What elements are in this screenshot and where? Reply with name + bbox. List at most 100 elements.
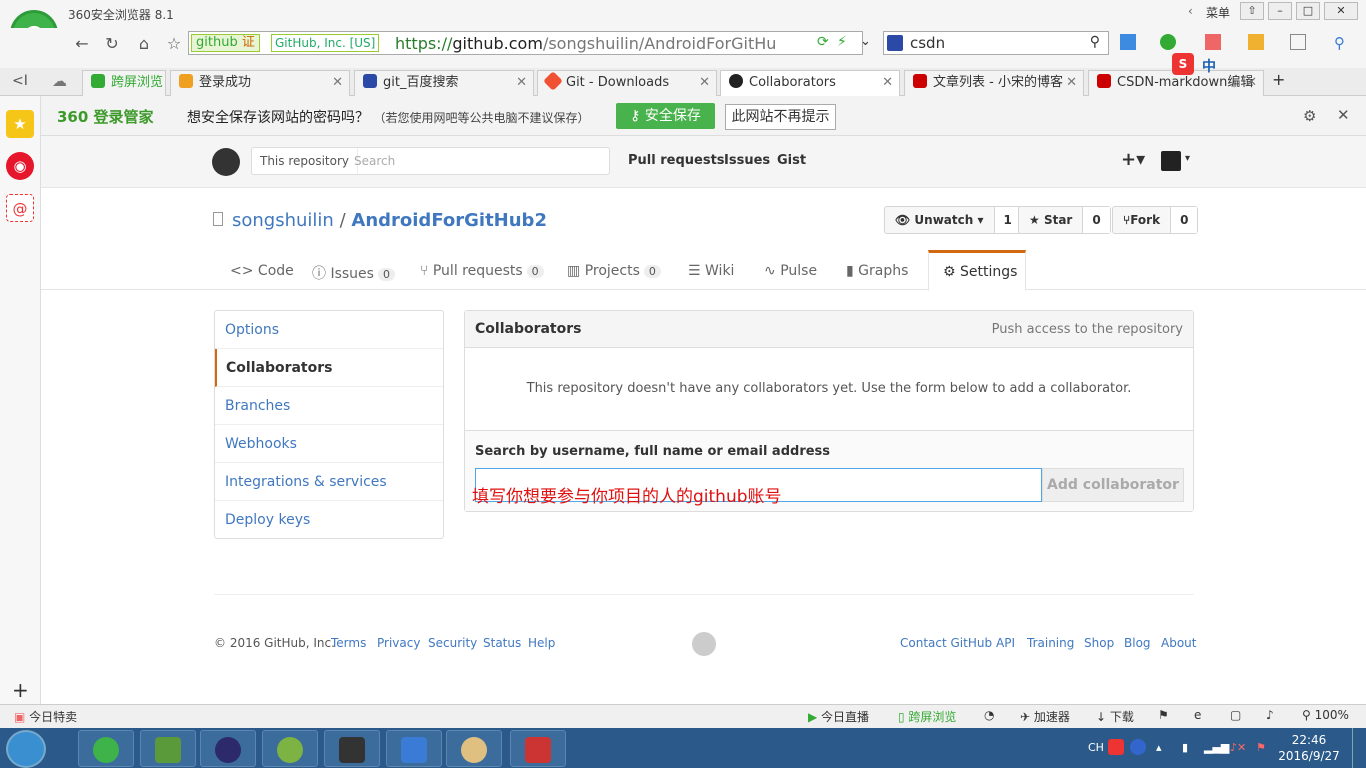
address-dropdown-icon[interactable]: ⌄	[860, 34, 871, 49]
fork-count[interactable]: 0	[1170, 207, 1198, 233]
add-sidebar-icon[interactable]: +	[12, 678, 29, 702]
screenshot-icon[interactable]	[1248, 34, 1264, 50]
footer-contact[interactable]: Contact GitHub	[900, 636, 992, 650]
menu-options[interactable]: Options	[215, 311, 443, 349]
avatar-dropdown-icon[interactable]: ▾	[1185, 153, 1190, 164]
never-remind-button[interactable]: 此网站不再提示	[725, 104, 836, 130]
favorites-star-icon[interactable]: ★	[6, 110, 34, 138]
taskbar-snipping[interactable]	[510, 730, 566, 767]
search-box[interactable]: csdn ⚲	[883, 31, 1109, 55]
nav-pull-requests[interactable]: Pull requests	[628, 153, 725, 168]
menu-collaborators[interactable]: Collaborators	[215, 349, 443, 387]
cross-screen[interactable]: ▯ 跨屏浏览	[898, 708, 956, 725]
speed-icon[interactable]: ◔	[984, 708, 994, 722]
repo-name-link[interactable]: AndroidForGitHub2	[351, 210, 547, 231]
favorite-star-icon[interactable]: ☆	[162, 34, 186, 54]
footer-about[interactable]: About	[1161, 636, 1196, 650]
footer-privacy[interactable]: Privacy	[377, 636, 420, 650]
close-icon[interactable]: ✕	[516, 71, 527, 95]
windows-start-icon[interactable]	[6, 730, 46, 768]
downloads[interactable]: ↓ 下载	[1096, 708, 1134, 725]
flag-icon[interactable]: ⚑	[1158, 708, 1169, 722]
add-collaborator-button[interactable]: Add collaborator	[1042, 468, 1184, 502]
ime-mode[interactable]: 中	[1202, 56, 1216, 76]
sogou-ime-icon[interactable]: S	[1172, 53, 1194, 75]
menu-integrations[interactable]: Integrations & services	[215, 463, 443, 501]
taskbar-video[interactable]	[386, 730, 442, 767]
create-new-icon[interactable]: +▾	[1121, 149, 1145, 170]
sogou-tray-icon[interactable]	[1108, 739, 1124, 755]
close-icon[interactable]: ✕	[1337, 106, 1350, 124]
address-tag[interactable]: github 证	[191, 34, 260, 52]
tray-expand-icon[interactable]: ▴	[1156, 741, 1162, 754]
tab-collaborators[interactable]: Collaborators ✕	[720, 70, 900, 97]
tab-pull-requests[interactable]: ⑂ Pull requests 0	[420, 263, 544, 279]
minimize-button[interactable]: –	[1268, 2, 1292, 20]
footer-help[interactable]: Help	[528, 636, 555, 650]
language-indicator[interactable]: CH	[1088, 741, 1104, 754]
chevron-left-icon[interactable]: ‹	[1188, 4, 1193, 18]
home-icon[interactable]: ⌂	[132, 34, 156, 54]
star-button[interactable]: ★ Star 0	[1018, 206, 1111, 234]
fork-button[interactable]: ⑂Fork 0	[1112, 206, 1199, 234]
watch-count[interactable]: 1	[993, 207, 1021, 233]
github-logo-icon[interactable]	[212, 148, 240, 176]
footer-blog[interactable]: Blog	[1124, 636, 1151, 650]
daily-live[interactable]: ▶ 今日直播	[808, 708, 869, 725]
maximize-button[interactable]: □	[1296, 2, 1320, 20]
weibo-icon[interactable]: ◉	[6, 152, 34, 180]
close-icon[interactable]: ✕	[332, 71, 343, 95]
footer-status[interactable]: Status	[483, 636, 521, 650]
network-icon[interactable]: ▂▄▆	[1204, 741, 1229, 754]
mail-icon[interactable]: @	[6, 194, 34, 222]
cloud-icon[interactable]: ☁	[52, 72, 67, 90]
help-icon[interactable]	[1130, 739, 1146, 755]
new-tab-icon[interactable]: +	[1272, 70, 1285, 89]
show-desktop-button[interactable]	[1352, 728, 1366, 768]
tab-pulse[interactable]: ∿ Pulse	[764, 263, 817, 279]
close-icon[interactable]: ✕	[1246, 71, 1257, 95]
volume-icon[interactable]: ♪	[1266, 708, 1274, 722]
tab-git-downloads[interactable]: Git - Downloads ✕	[537, 70, 717, 96]
tab-cross-screen[interactable]: 跨屏浏览	[82, 70, 166, 96]
footer-security[interactable]: Security	[428, 636, 477, 650]
menu-button[interactable]: 菜单	[1206, 4, 1230, 21]
tab-projects[interactable]: ▥ Projects 0	[567, 263, 661, 279]
tab-blog-list[interactable]: 文章列表 - 小宋的博客 ✕	[904, 70, 1084, 96]
taskbar-photo-viewer[interactable]	[140, 730, 196, 767]
tab-wiki[interactable]: ☰ Wiki	[688, 263, 734, 279]
url-text[interactable]: https://github.com/songshuilin/AndroidFo…	[395, 33, 775, 55]
close-icon[interactable]: ✕	[699, 71, 710, 95]
github-mark-icon[interactable]	[692, 632, 716, 656]
pdf-icon[interactable]	[1205, 34, 1221, 50]
repo-owner-link[interactable]: songshuilin	[232, 210, 334, 231]
daily-deals[interactable]: ▣ 今日特卖	[14, 708, 77, 725]
tray-device-icon[interactable]: ▮	[1182, 741, 1188, 754]
search-icon[interactable]: ⚲	[1090, 34, 1100, 50]
nav-gist[interactable]: Gist	[777, 153, 806, 168]
tab-issues[interactable]: ⓘ Issues 0	[312, 263, 395, 283]
tab-list-icon[interactable]: <I	[12, 73, 28, 89]
apps-icon[interactable]	[1120, 34, 1136, 50]
lightning-icon[interactable]: ⚡	[837, 34, 847, 50]
safe-save-button[interactable]: ⚷ 安全保存	[616, 103, 715, 129]
address-bar[interactable]: github 证 GitHub, Inc. [US] https://githu…	[188, 31, 863, 55]
ie-icon[interactable]: e	[1194, 708, 1201, 722]
pin-icon[interactable]: ⇧	[1240, 2, 1264, 20]
find-icon[interactable]: ⚲	[1334, 34, 1345, 52]
footer-training[interactable]: Training	[1027, 636, 1074, 650]
menu-webhooks[interactable]: Webhooks	[215, 425, 443, 463]
menu-deploy-keys[interactable]: Deploy keys	[215, 501, 443, 539]
nav-issues[interactable]: Issues	[724, 153, 770, 168]
back-icon[interactable]: ←	[70, 34, 94, 54]
taskbar-360-browser[interactable]	[78, 730, 134, 767]
close-icon[interactable]: ✕	[882, 71, 893, 95]
action-center-icon[interactable]: ⚑	[1256, 741, 1266, 754]
menu-branches[interactable]: Branches	[215, 387, 443, 425]
footer-terms[interactable]: Terms	[331, 636, 366, 650]
tab-code[interactable]: <> Code	[230, 263, 294, 279]
taskbar-android-studio[interactable]	[262, 730, 318, 767]
taskbar-paint[interactable]	[446, 730, 502, 767]
tab-baidu-search[interactable]: git_百度搜索 ✕	[354, 70, 534, 96]
tab-graphs[interactable]: ▮ Graphs	[846, 263, 908, 279]
